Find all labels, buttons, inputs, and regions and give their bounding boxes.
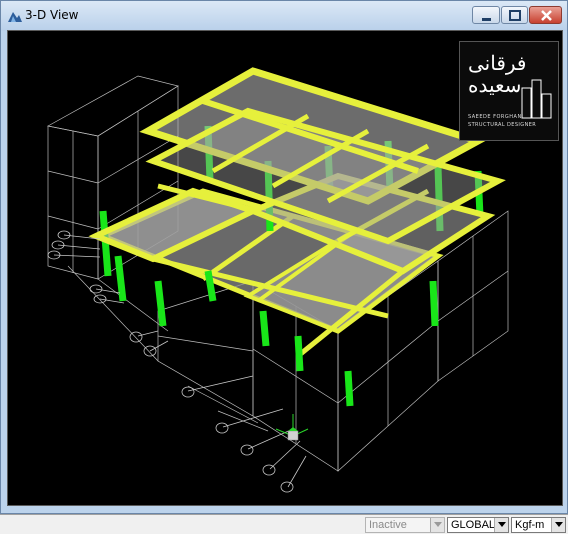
logo-name: SAEEDE FORGHANI [468,114,524,120]
maximize-button[interactable] [501,6,528,24]
title-bar[interactable]: 3-D View [1,1,567,31]
chevron-down-icon[interactable] [494,518,508,532]
close-icon [541,10,552,21]
status-bar: Inactive GLOBAL Kgf-m [0,514,568,534]
active-state-value: Inactive [369,519,407,531]
coordinate-system-select[interactable]: GLOBAL [447,517,509,533]
coordinate-system-value: GLOBAL [451,519,496,531]
window-3d-view: 3-D View فرقانی سعیده SAEEDE FORGHANI ST… [0,0,568,514]
designer-logo: فرقانی سعیده SAEEDE FORGHANI STRUCTURAL … [459,41,559,141]
chevron-down-icon [430,518,444,532]
active-state-select: Inactive [365,517,445,533]
chevron-down-icon[interactable] [551,518,565,532]
close-button[interactable] [529,6,562,24]
logo-role: STRUCTURAL DESIGNER [468,122,537,128]
window-title: 3-D View [25,8,79,22]
3d-model-viewport[interactable]: فرقانی سعیده SAEEDE FORGHANI STRUCTURAL … [7,30,563,506]
app-icon [8,12,22,22]
units-value: Kgf-m [515,519,545,531]
units-select[interactable]: Kgf-m [511,517,566,533]
maximize-icon [509,10,521,21]
global-axes-marker [275,414,309,441]
minimize-icon [482,18,491,21]
minimize-button[interactable] [472,6,500,24]
building-silhouette-icon [521,79,552,119]
